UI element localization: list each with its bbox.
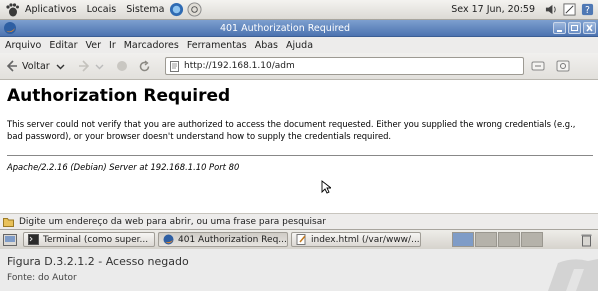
minimize-button[interactable] [553,22,566,34]
browser-launcher-icon[interactable] [169,2,184,17]
menubar: Arquivo Editar Ver Ir Marcadores Ferrame… [0,37,598,53]
network-icon[interactable] [563,3,576,16]
window-title: 401 Authorization Required [219,22,351,34]
svg-text:?: ? [585,5,590,16]
volume-icon[interactable] [545,3,558,16]
top-panel: Aplicativos Locais Sistema Sex 17 Jun, 2… [0,0,598,20]
downloads-icon[interactable] [555,58,571,74]
menu-abas[interactable]: Abas [255,40,278,51]
server-address: Apache/2.2.16 (Debian) Server at 192.168… [7,162,240,172]
figure-caption: Figura D.3.2.1.2 - Acesso negado [7,255,189,268]
maximize-button[interactable] [568,22,581,34]
page-content: Authorization Required This server could… [0,80,598,213]
workspace-switcher [452,232,544,247]
figure-source: Fonte: do Autor [7,273,77,283]
mouse-cursor-icon [321,180,331,194]
page-heading: Authorization Required [7,86,231,106]
page-paragraph: This server could not verify that you ar… [7,119,576,141]
status-text: Digite um endereço da web para abrir, ou… [19,216,326,227]
menu-aplicativos[interactable]: Aplicativos [25,4,77,15]
menu-ferramentas[interactable]: Ferramentas [187,40,247,51]
workspace-2[interactable] [475,232,497,247]
workspace-3[interactable] [498,232,520,247]
terminal-icon [28,234,39,245]
close-icon [586,24,593,32]
menu-ir[interactable]: Ir [109,40,116,51]
help-icon[interactable]: ? [581,3,594,16]
back-arrow-icon [6,60,17,72]
chevron-down-icon [95,64,104,69]
navigation-toolbar: Voltar http://192.168.1.10/adm [0,53,598,80]
browser-icon [163,234,174,245]
page-divider [7,155,593,156]
gnome-foot-icon[interactable] [4,2,20,18]
reload-icon[interactable] [138,59,151,73]
folder-icon [3,217,14,227]
menu-sistema[interactable]: Sistema [126,4,164,15]
page-icon [170,60,179,72]
menu-ver[interactable]: Ver [86,40,102,51]
show-desktop-icon[interactable] [3,233,17,246]
menu-ajuda[interactable]: Ajuda [286,40,313,51]
menu-arquivo[interactable]: Arquivo [5,40,41,51]
trash-icon[interactable] [580,233,593,247]
window-titlebar[interactable]: 401 Authorization Required [0,20,598,37]
url-text[interactable]: http://192.168.1.10/adm [184,61,295,71]
task-terminal[interactable]: Terminal (como super... [23,232,155,247]
menu-editar[interactable]: Editar [49,40,77,51]
stop-icon[interactable] [116,60,128,72]
chevron-down-icon [56,64,65,69]
bookmark-page-icon[interactable] [530,58,546,74]
firefox-window-icon [4,22,16,34]
task-label: Terminal (como super... [43,234,149,245]
back-label: Voltar [22,60,50,72]
close-button[interactable] [583,22,596,34]
task-label: index.html (/var/www/... [311,234,420,245]
forward-button[interactable] [77,59,104,73]
text-editor-icon [296,234,306,245]
task-label: 401 Authorization Req... [178,234,287,245]
menu-locais[interactable]: Locais [87,4,117,15]
forward-arrow-icon [78,60,89,72]
status-bar: Digite um endereço da web para abrir, ou… [0,213,598,229]
taskbar: Terminal (como super... 401 Authorizatio… [0,229,598,249]
task-browser[interactable]: 401 Authorization Req... [158,232,288,247]
menu-marcadores[interactable]: Marcadores [124,40,179,51]
workspace-4[interactable] [521,232,543,247]
task-editor[interactable]: index.html (/var/www/... [291,232,421,247]
url-bar[interactable]: http://192.168.1.10/adm [165,57,524,75]
panel-clock[interactable]: Sex 17 Jun, 20:59 [451,4,535,15]
figure-caption-area: Figura D.3.2.1.2 - Acesso negado Fonte: … [0,249,598,291]
decorative-shape-icon [548,259,598,291]
workspace-1[interactable] [452,232,474,247]
back-button[interactable]: Voltar [5,59,65,73]
mail-launcher-icon[interactable] [187,2,202,17]
